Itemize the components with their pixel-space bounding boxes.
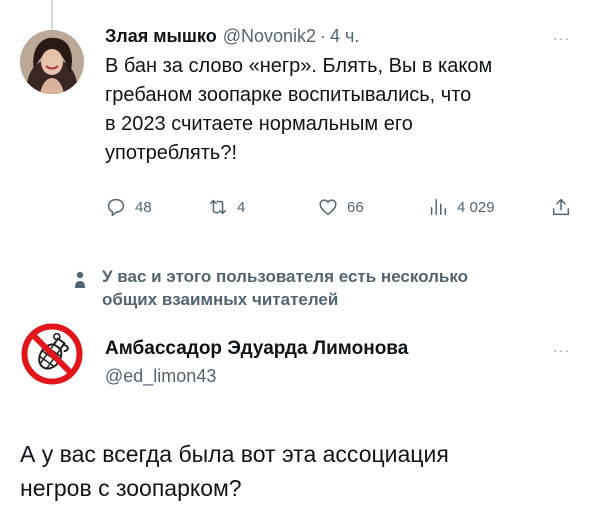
mutual-followers-notice: У вас и этого пользователя есть нескольк… [60, 265, 468, 311]
mutual-notice-line: У вас и этого пользователя есть нескольк… [102, 267, 469, 286]
thread-connector-line [51, 0, 53, 30]
tweet-text-line: В бан за слово «негр». Блять, Вы в каком [105, 55, 493, 77]
tweet-text-line: гребаном зоопарке воспитывались, что [105, 84, 472, 106]
author-name[interactable]: Злая мышко [105, 26, 217, 47]
like-button[interactable]: 66 [317, 196, 364, 218]
person-icon [60, 265, 100, 293]
like-count: 66 [347, 198, 364, 216]
tweet-text-line: А у вас всегда была вот эта ассоциация [20, 441, 449, 467]
reply-tweet[interactable]: Амбассадор Эдуарда Лимонова @ed_limon43 … [105, 338, 570, 387]
more-options-button[interactable]: ··· [553, 342, 570, 358]
reply-count: 48 [135, 198, 152, 216]
more-options-button[interactable]: ··· [553, 30, 570, 46]
retweet-count: 4 [237, 198, 246, 216]
retweet-icon [209, 199, 227, 215]
avatar-photo-icon [20, 30, 84, 94]
retweet-button[interactable]: 4 [207, 196, 245, 218]
tweet[interactable]: Злая мышко @Novonik2 · 4 ч. ··· В бан за… [105, 26, 570, 168]
views-button[interactable]: 4 029 [427, 196, 495, 218]
author-name[interactable]: Амбассадор Эдуарда Лимонова [105, 338, 570, 360]
no-grenade-icon [21, 323, 83, 385]
author-handle[interactable]: @ed_limon43 [105, 366, 570, 387]
reply-tweet-text: А у вас всегда была вот эта ассоциация н… [20, 437, 570, 505]
mutual-notice-line: общих взаимных читателей [102, 290, 339, 309]
tweet-text-line: употреблять?! [105, 142, 238, 164]
heart-icon [319, 199, 337, 216]
tweet-time[interactable]: 4 ч. [330, 26, 359, 47]
author-handle[interactable]: @Novonik2 [223, 26, 316, 47]
share-button[interactable] [550, 196, 572, 218]
tweet-text-line: негров с зоопарком? [20, 475, 242, 501]
tweet-text: В бан за слово «негр». Блять, Вы в каком… [105, 52, 575, 168]
reply-icon [107, 198, 125, 216]
tweet-actions-bar: 48 4 66 4 029 [105, 196, 580, 220]
share-icon [552, 198, 570, 216]
tweet-header: Злая мышко @Novonik2 · 4 ч. [105, 26, 570, 47]
view-count: 4 029 [457, 198, 495, 216]
tweet-text-line: в 2023 считаете нормальным его [105, 113, 413, 135]
separator-dot: · [320, 26, 327, 46]
author-avatar[interactable] [20, 30, 84, 94]
author-avatar[interactable] [20, 322, 84, 386]
reply-button[interactable]: 48 [105, 196, 152, 218]
views-chart-icon [430, 198, 447, 216]
